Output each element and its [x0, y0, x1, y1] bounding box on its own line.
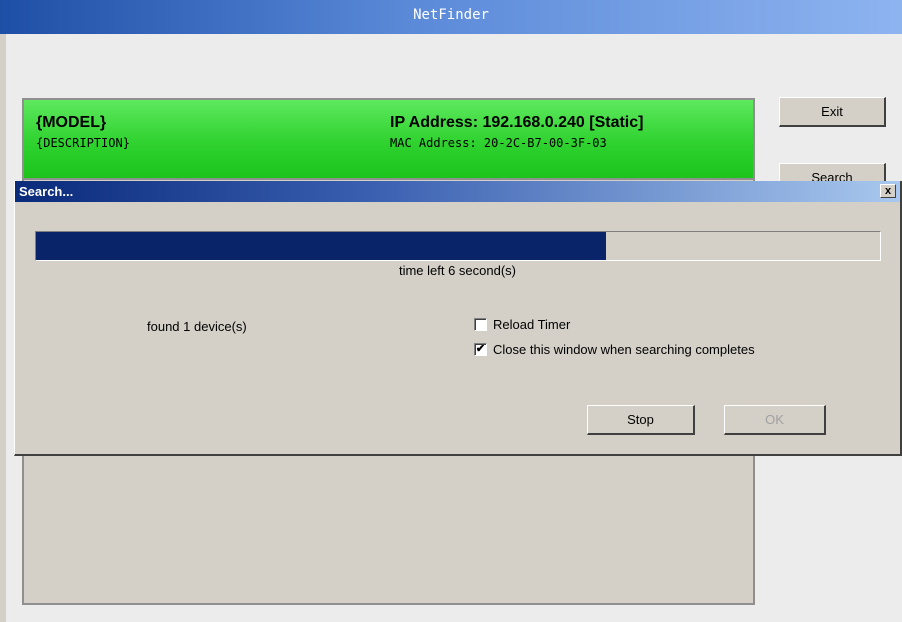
found-devices-text: found 1 device(s) — [147, 319, 247, 334]
main-window-title: NetFinder — [413, 7, 489, 23]
close-when-done-checkbox[interactable]: ✔ — [474, 343, 487, 356]
device-description: {DESCRIPTION} — [36, 136, 130, 150]
search-dialog-titlebar[interactable]: Search... x — [15, 181, 900, 202]
close-when-done-option[interactable]: ✔ Close this window when searching compl… — [474, 342, 755, 357]
reload-timer-checkbox[interactable] — [474, 318, 487, 331]
device-mac-address: MAC Address: 20-2C-B7-00-3F-03 — [390, 136, 607, 150]
ok-button[interactable]: OK — [724, 405, 826, 435]
close-icon[interactable]: x — [880, 184, 896, 198]
search-dialog: Search... x time left 6 second(s) found … — [14, 181, 902, 456]
stop-button[interactable]: Stop — [587, 405, 695, 435]
device-ip-address: IP Address: 192.168.0.240 [Static] — [390, 114, 644, 131]
device-model: {MODEL} — [36, 114, 107, 131]
search-progress-fill — [36, 232, 606, 260]
exit-button[interactable]: Exit — [779, 97, 886, 127]
time-left-text: time left 6 second(s) — [398, 263, 517, 278]
reload-timer-label: Reload Timer — [493, 317, 571, 332]
device-list-item[interactable]: {MODEL} {DESCRIPTION} IP Address: 192.16… — [22, 98, 755, 180]
search-progress-bar — [35, 231, 881, 261]
search-dialog-title: Search... — [19, 184, 74, 199]
main-titlebar[interactable]: NetFinder — [0, 0, 902, 34]
reload-timer-option[interactable]: Reload Timer — [474, 317, 570, 332]
close-when-done-label: Close this window when searching complet… — [493, 342, 755, 357]
